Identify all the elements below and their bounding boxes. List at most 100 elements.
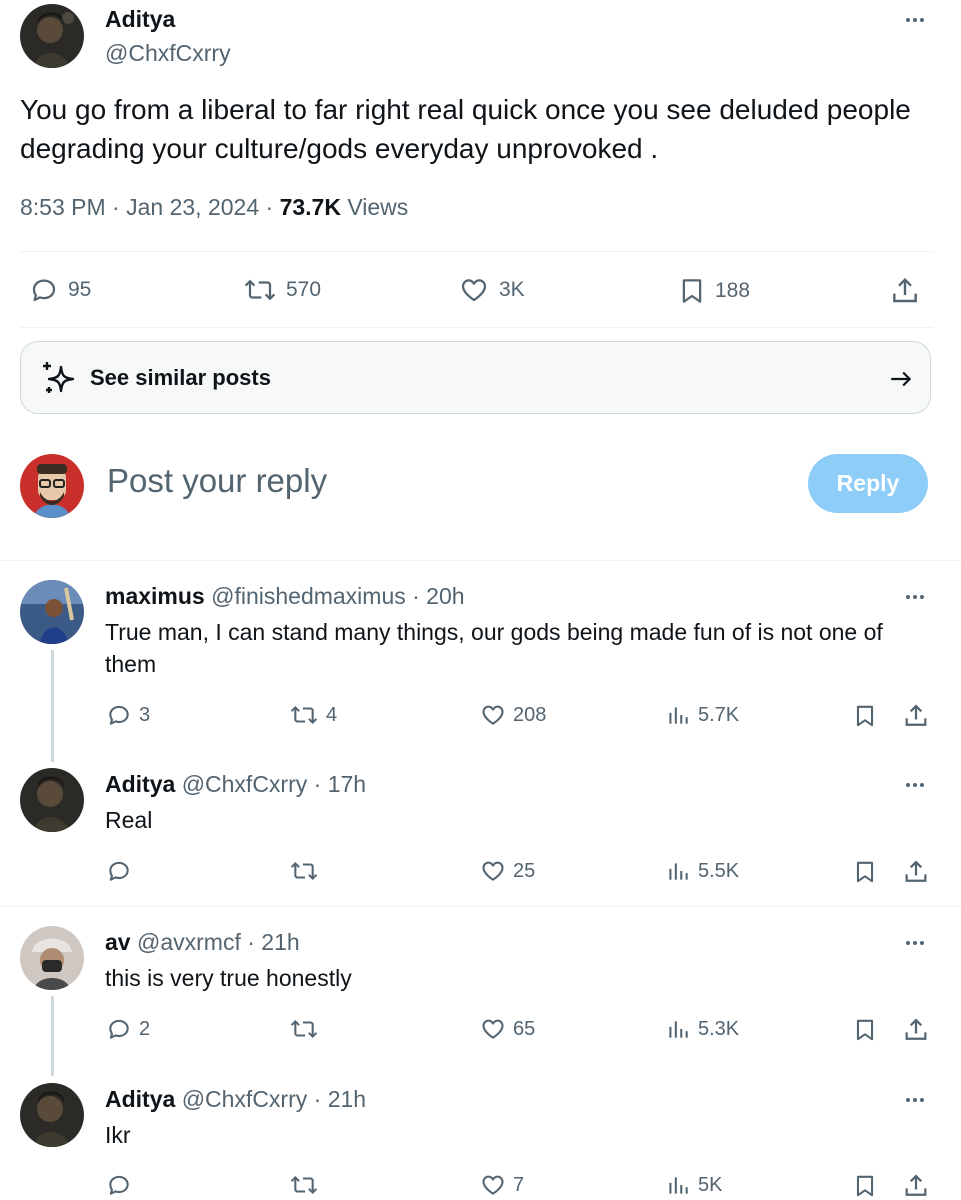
- arrow-right-icon: [891, 371, 912, 387]
- bookmark-icon: [856, 861, 874, 883]
- more-icon[interactable]: [900, 1090, 930, 1110]
- repost-icon: [290, 705, 318, 725]
- bookmark-button[interactable]: [852, 1016, 878, 1044]
- repost-button[interactable]: [288, 1016, 326, 1042]
- bookmark-button[interactable]: 188: [677, 275, 750, 307]
- repost-button[interactable]: [288, 1172, 326, 1198]
- repost-icon: [244, 279, 276, 301]
- see-similar-posts-label: See similar posts: [90, 364, 271, 390]
- bookmark-icon: [682, 279, 702, 303]
- divider: [0, 906, 961, 907]
- reply-author-handle[interactable]: @avxrmcf · 21h: [137, 929, 300, 955]
- like-count: 25: [513, 859, 536, 882]
- like-button[interactable]: 65: [479, 1016, 535, 1042]
- views-button[interactable]: 5K: [664, 1172, 722, 1198]
- views-icon: [669, 1021, 688, 1038]
- reply-button[interactable]: [105, 1172, 139, 1198]
- view-count[interactable]: 73.7K: [280, 194, 341, 220]
- current-user-avatar[interactable]: [20, 454, 84, 518]
- reply-author-handle[interactable]: @ChxfCxrry · 17h: [182, 771, 366, 797]
- reply-button[interactable]: 3: [105, 702, 150, 728]
- reply-text: Ikr: [105, 1122, 131, 1148]
- reply-count: 3: [139, 703, 151, 726]
- like-icon: [482, 1019, 504, 1039]
- bookmark-button[interactable]: [852, 1172, 878, 1200]
- views-count: 5.7K: [698, 703, 740, 726]
- like-icon: [461, 279, 487, 302]
- more-icon[interactable]: [900, 933, 930, 953]
- share-button[interactable]: [888, 275, 922, 307]
- share-icon: [905, 1174, 927, 1196]
- reply-text: True man, I can stand many things, our g…: [105, 619, 883, 677]
- reply-icon: [109, 1175, 129, 1195]
- thread-line: [51, 996, 54, 1076]
- like-button[interactable]: 25: [479, 858, 535, 884]
- bookmark-button[interactable]: [852, 858, 878, 886]
- views-icon: [669, 707, 688, 724]
- views-button[interactable]: 5.3K: [664, 1016, 739, 1042]
- tweet-meta: 8:53 PM · Jan 23, 2024 · 73.7K Views: [20, 194, 408, 221]
- reply-icon: [109, 1019, 129, 1039]
- author-name[interactable]: Aditya: [105, 6, 175, 33]
- share-icon: [893, 277, 917, 303]
- reply-author-handle[interactable]: @ChxfCxrry · 21h: [182, 1086, 366, 1112]
- repost-button[interactable]: 4: [288, 702, 337, 728]
- share-button[interactable]: [902, 702, 930, 730]
- divider: [20, 251, 933, 252]
- like-count: 65: [513, 1017, 536, 1040]
- reply-avatar[interactable]: [20, 1083, 84, 1147]
- repost-button[interactable]: 570: [242, 275, 321, 305]
- see-similar-posts-button[interactable]: See similar posts: [20, 341, 931, 414]
- tweet-date[interactable]: Jan 23, 2024: [126, 194, 259, 220]
- reply-author-name[interactable]: maximus: [105, 583, 205, 609]
- more-icon[interactable]: [900, 587, 930, 607]
- reply-avatar[interactable]: [20, 768, 84, 832]
- share-icon: [905, 860, 927, 882]
- views-button[interactable]: 5.7K: [664, 702, 739, 728]
- bookmark-button[interactable]: [852, 702, 878, 730]
- bookmark-icon: [856, 1019, 874, 1041]
- more-icon[interactable]: [900, 775, 930, 795]
- views-label: Views: [340, 194, 409, 220]
- repost-icon: [290, 1175, 318, 1195]
- share-button[interactable]: [902, 858, 930, 886]
- views-icon: [669, 1177, 688, 1194]
- reply-button[interactable]: 95: [28, 275, 91, 305]
- reply-button[interactable]: 2: [105, 1016, 150, 1042]
- like-button[interactable]: 7: [479, 1172, 524, 1198]
- views-button[interactable]: 5.5K: [664, 858, 739, 884]
- like-button[interactable]: 3K: [457, 275, 525, 305]
- author-avatar[interactable]: [20, 4, 84, 68]
- reply-avatar[interactable]: [20, 580, 84, 644]
- sparkle-icon: [43, 362, 75, 393]
- views-count: 5K: [698, 1173, 723, 1196]
- reply-count: 95: [68, 278, 92, 301]
- reply-input[interactable]: Post your reply: [107, 462, 327, 500]
- reply-author-name[interactable]: Aditya: [105, 1086, 175, 1112]
- reply-button[interactable]: [105, 858, 139, 884]
- reply-author-name[interactable]: av: [105, 929, 131, 955]
- meta-separator: ·: [259, 194, 280, 220]
- reply-text: Real: [105, 807, 153, 833]
- reply-author-name[interactable]: Aditya: [105, 771, 175, 797]
- reply-header: Aditya @ChxfCxrry · 17h: [105, 771, 366, 798]
- like-icon: [482, 1175, 504, 1195]
- repost-count: 570: [286, 278, 322, 301]
- tweet-time[interactable]: 8:53 PM: [20, 194, 106, 220]
- repost-button[interactable]: [288, 858, 326, 884]
- share-button[interactable]: [902, 1016, 930, 1044]
- share-button[interactable]: [902, 1172, 930, 1200]
- like-count: 208: [513, 703, 547, 726]
- reply-icon: [109, 705, 129, 725]
- bookmark-icon: [856, 1175, 874, 1197]
- like-button[interactable]: 208: [479, 702, 546, 728]
- more-icon[interactable]: [900, 10, 930, 30]
- repost-icon: [290, 1019, 318, 1039]
- reply-avatar[interactable]: [20, 926, 84, 990]
- reply-submit-button[interactable]: Reply: [808, 454, 928, 513]
- author-handle[interactable]: @ChxfCxrry: [105, 40, 231, 67]
- views-count: 5.5K: [698, 859, 740, 882]
- reply-author-handle[interactable]: @finishedmaximus · 20h: [211, 583, 464, 609]
- views-count: 5.3K: [698, 1017, 740, 1040]
- divider: [0, 560, 961, 561]
